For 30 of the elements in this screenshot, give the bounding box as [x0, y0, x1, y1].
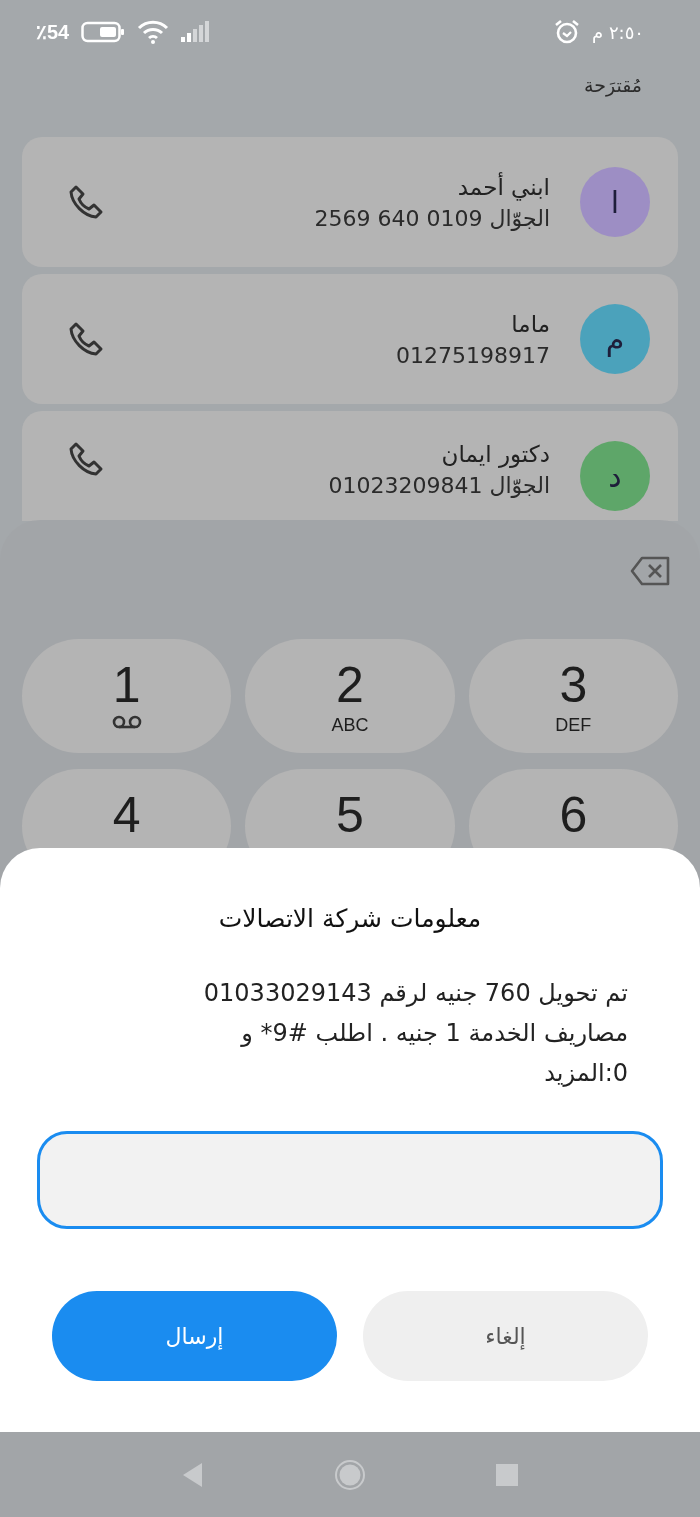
dialog-title: معلومات شركة الاتصالات — [217, 904, 483, 933]
avatar: م — [580, 304, 650, 374]
contact-card[interactable]: د دكتور ايمان الجوّال 01023209841 — [22, 411, 678, 521]
contact-card[interactable]: ا ابني أحمد الجوّال 0109 640 2569 — [22, 137, 678, 267]
wifi-icon — [137, 20, 170, 44]
phone-icon[interactable] — [68, 441, 104, 477]
battery-percent: ٪54 — [36, 20, 70, 44]
avatar: د — [580, 441, 650, 511]
contact-number: الجوّال 0109 640 2569 — [314, 205, 550, 231]
contact-number: الجوّال 01023209841 — [328, 473, 550, 498]
phone-icon[interactable] — [68, 321, 104, 357]
alarm-clock-icon — [554, 19, 581, 45]
signal-icon — [181, 21, 212, 43]
phone-icon[interactable] — [68, 184, 104, 220]
backspace-icon[interactable] — [630, 556, 670, 586]
contact-name: ابني أحمد — [457, 173, 550, 200]
avatar: ا — [580, 167, 650, 237]
voicemail-icon — [110, 715, 143, 729]
section-title: مُقترَحة — [583, 73, 643, 99]
dial-key[interactable]: 1 — [22, 639, 232, 753]
dialog-message: تم تحويل 760 جنيه لرقم 01033029143 مصاريف الخدمة 1 جنيه . اطلب #9* و 0:المزيد — [202, 978, 628, 1089]
cancel-button[interactable]: إلغاء — [363, 1291, 648, 1381]
contact-number: 01275198917 — [396, 342, 550, 368]
contact-name: دكتور ايمان — [441, 441, 550, 467]
dial-key[interactable]: 3 DEF — [468, 639, 678, 753]
dial-key[interactable]: 2 ABC — [245, 639, 455, 753]
input-field[interactable] — [37, 1131, 663, 1229]
battery-icon — [81, 21, 126, 43]
clock-time: ٢:٥٠ م — [592, 21, 644, 43]
contact-name: ماما — [511, 310, 550, 337]
